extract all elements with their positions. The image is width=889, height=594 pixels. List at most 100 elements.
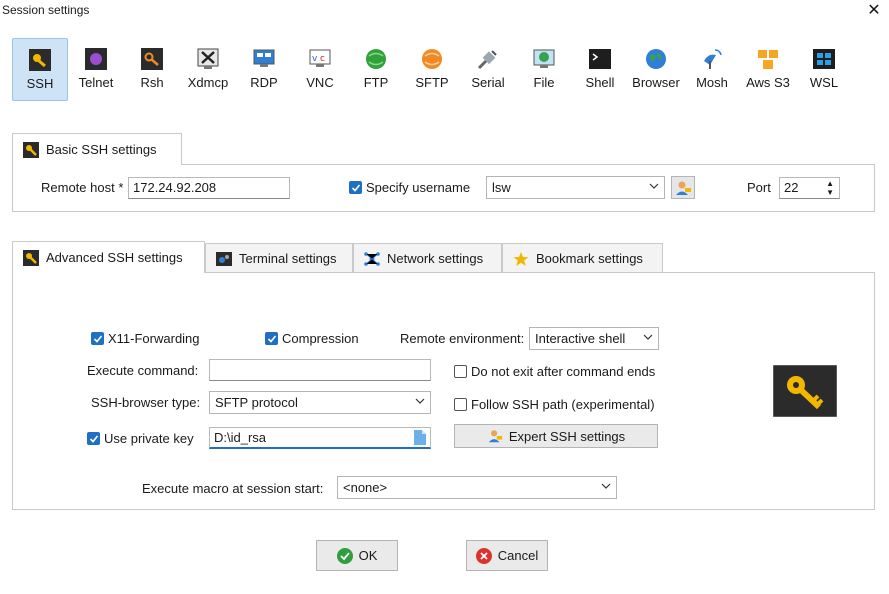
username-value: lsw: [492, 180, 511, 195]
macro-select[interactable]: <none>: [337, 476, 617, 499]
remote-host-input[interactable]: 172.24.92.208: [128, 177, 290, 199]
chevron-down-icon: [643, 334, 653, 340]
cancel-circle-icon: [475, 547, 492, 564]
cancel-button[interactable]: Cancel: [466, 540, 548, 571]
tab-bookmark-settings[interactable]: Bookmark settings: [502, 243, 663, 273]
chevron-down-icon: [415, 398, 425, 404]
protocol-serial[interactable]: Serial: [460, 38, 516, 101]
protocol-ssh[interactable]: SSH: [12, 38, 68, 101]
expert-ssh-settings-button[interactable]: Expert SSH settings: [454, 424, 658, 448]
shell-icon: [589, 49, 611, 69]
svg-text:c: c: [320, 54, 325, 64]
protocol-rsh[interactable]: Rsh: [124, 38, 180, 101]
port-input[interactable]: 22 ▲ ▼: [779, 177, 840, 199]
tab-label: Network settings: [387, 251, 484, 266]
protocol-mosh[interactable]: Mosh: [684, 38, 740, 101]
protocol-label: VNC: [306, 75, 334, 90]
browser-icon: [646, 49, 666, 69]
file-browse-icon[interactable]: [414, 430, 426, 445]
wrench-icon: [23, 141, 39, 158]
private-key-value: D:\id_rsa: [214, 430, 267, 445]
aws-s3-icon: [758, 50, 778, 69]
user-icon: [488, 430, 502, 443]
x11-forwarding-label: X11-Forwarding: [108, 331, 200, 346]
cancel-label: Cancel: [497, 548, 539, 563]
star-icon: [513, 251, 529, 266]
rdp-icon: [253, 49, 275, 67]
checkbox-box[interactable]: [87, 432, 100, 445]
compression-checkbox[interactable]: Compression: [265, 331, 359, 346]
execute-command-input[interactable]: [209, 359, 431, 381]
protocol-browser[interactable]: Browser: [628, 38, 684, 101]
chevron-down-icon: [601, 483, 611, 489]
execute-command-label: Execute command:: [87, 363, 199, 378]
ok-button[interactable]: OK: [316, 540, 398, 571]
tab-label: Bookmark settings: [536, 251, 643, 266]
window-title: Session settings: [2, 3, 90, 17]
protocol-wsl[interactable]: WSL: [796, 38, 852, 101]
username-select[interactable]: lsw: [486, 176, 665, 199]
remote-environment-value: Interactive shell: [535, 331, 626, 346]
protocol-label: Telnet: [78, 75, 114, 90]
macro-value: <none>: [343, 480, 388, 495]
ftp-icon: [366, 49, 386, 69]
specify-username-checkbox[interactable]: Specify username: [349, 180, 470, 195]
private-key-input[interactable]: D:\id_rsa: [209, 427, 431, 449]
tab-advanced-ssh-settings[interactable]: Advanced SSH settings: [12, 241, 205, 273]
remote-environment-select[interactable]: Interactive shell: [529, 327, 659, 350]
protocol-label: WSL: [809, 75, 839, 90]
user-icon: [676, 181, 691, 195]
checkbox-box[interactable]: [349, 181, 362, 194]
tab-terminal-settings[interactable]: Terminal settings: [205, 243, 353, 273]
sftp-icon: [422, 49, 442, 69]
do-not-exit-label: Do not exit after command ends: [471, 364, 656, 379]
rsh-icon: [141, 48, 163, 70]
serial-icon: [477, 50, 497, 70]
close-icon[interactable]: ✕: [865, 0, 883, 20]
ssh-browser-type-select[interactable]: SFTP protocol: [209, 391, 431, 414]
follow-ssh-path-checkbox[interactable]: Follow SSH path (experimental): [454, 397, 655, 412]
expert-ssh-settings-label: Expert SSH settings: [508, 428, 626, 444]
compression-label: Compression: [282, 331, 359, 346]
user-manager-button[interactable]: [671, 176, 695, 199]
protocol-label: Xdmcp: [187, 75, 229, 90]
protocol-label: File: [533, 75, 555, 90]
protocol-shell[interactable]: Shell: [572, 38, 628, 101]
checkbox-box[interactable]: [91, 332, 104, 345]
protocol-label: Browser: [632, 75, 680, 90]
specify-username-label: Specify username: [366, 180, 471, 195]
protocol-ftp[interactable]: FTP: [348, 38, 404, 101]
follow-ssh-path-label: Follow SSH path (experimental): [471, 397, 655, 412]
telnet-icon: [85, 48, 107, 70]
protocol-vnc[interactable]: vc VNC: [292, 38, 348, 101]
protocol-aws-s3[interactable]: Aws S3: [740, 38, 796, 101]
do-not-exit-checkbox[interactable]: Do not exit after command ends: [454, 364, 655, 379]
wsl-icon: [813, 49, 835, 69]
port-label: Port: [747, 180, 771, 195]
tab-network-settings[interactable]: Network settings: [353, 243, 502, 273]
x11-forwarding-checkbox[interactable]: X11-Forwarding: [91, 331, 200, 346]
remote-environment-label: Remote environment:: [400, 331, 525, 346]
port-spinner-icon[interactable]: ▲ ▼: [826, 179, 834, 197]
checkbox-box[interactable]: [454, 365, 467, 378]
protocol-label: Serial: [471, 75, 505, 90]
mosh-icon: [704, 49, 722, 69]
port-value: 22: [784, 180, 799, 195]
macro-label: Execute macro at session start:: [142, 481, 324, 496]
checkbox-box[interactable]: [454, 398, 467, 411]
protocol-label: RDP: [250, 75, 278, 90]
ssh-browser-type-value: SFTP protocol: [215, 395, 298, 410]
vnc-icon: vc: [309, 49, 331, 67]
tab-label: Advanced SSH settings: [46, 250, 183, 265]
tab-basic-ssh-settings[interactable]: Basic SSH settings: [12, 133, 182, 165]
protocol-rdp[interactable]: RDP: [236, 38, 292, 101]
checkbox-box[interactable]: [265, 332, 278, 345]
xdmcp-icon: [197, 48, 219, 69]
protocol-label: SFTP: [415, 75, 449, 90]
use-private-key-label: Use private key: [104, 431, 194, 446]
protocol-telnet[interactable]: Telnet: [68, 38, 124, 101]
protocol-file[interactable]: File: [516, 38, 572, 101]
use-private-key-checkbox[interactable]: Use private key: [87, 431, 194, 446]
protocol-xdmcp[interactable]: Xdmcp: [180, 38, 236, 101]
protocol-sftp[interactable]: SFTP: [404, 38, 460, 101]
